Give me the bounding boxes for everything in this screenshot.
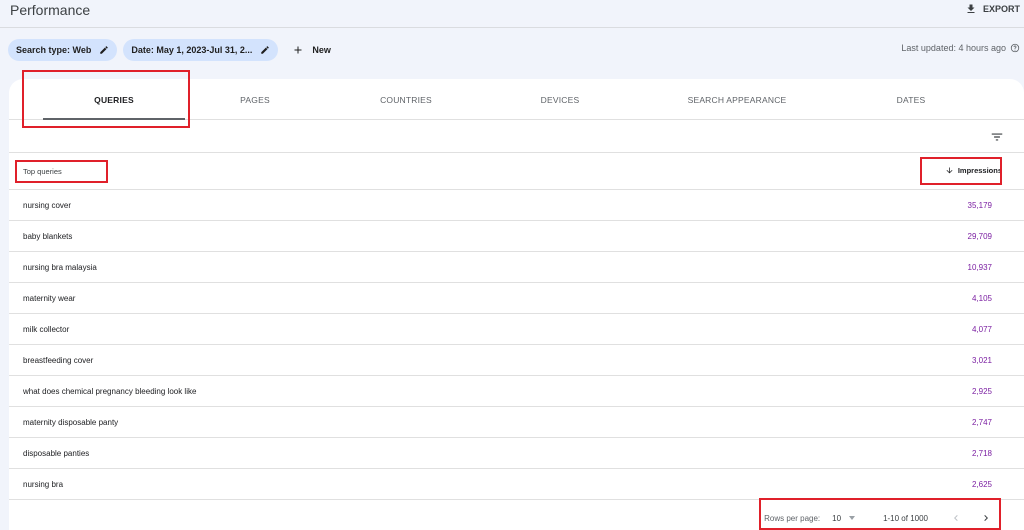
new-filter-button[interactable]: New bbox=[292, 44, 331, 56]
plus-icon bbox=[294, 46, 302, 54]
search-type-chip[interactable]: Search type: Web bbox=[8, 39, 118, 61]
rows-per-page-label: Rows per page: bbox=[764, 513, 821, 523]
tab-search-appearance[interactable]: SEARCH APPEARANCE bbox=[662, 79, 812, 120]
query-text: nursing cover bbox=[23, 201, 72, 210]
page-range: 1-10 of 1000 bbox=[883, 513, 928, 523]
arrow-down-icon bbox=[946, 167, 953, 174]
table-row[interactable]: disposable panties 2,718 bbox=[9, 438, 1024, 469]
table-row[interactable]: nursing bra 2,625 bbox=[9, 469, 1024, 500]
search-type-label: Search type: Web bbox=[16, 45, 92, 55]
page-title: Performance bbox=[10, 2, 91, 18]
table-row[interactable]: maternity wear 4,105 bbox=[9, 283, 1024, 314]
tab-queries[interactable]: QUERIES bbox=[39, 79, 189, 120]
report-card: QUERIES PAGES COUNTRIES DEVICES SEARCH A… bbox=[9, 79, 1024, 530]
table-row[interactable]: baby blankets 29,709 bbox=[9, 221, 1024, 252]
date-chip[interactable]: Date: May 1, 2023-Jul 31, 2... bbox=[123, 39, 279, 61]
date-label: Date: May 1, 2023-Jul 31, 2... bbox=[131, 45, 253, 55]
impressions-value: 4,077 bbox=[971, 325, 992, 334]
impressions-value: 3,021 bbox=[971, 356, 992, 365]
export-label: EXPORT bbox=[982, 4, 1020, 14]
last-updated: Last updated: 4 hours ago bbox=[901, 43, 1020, 53]
tab-dates[interactable]: DATES bbox=[836, 79, 986, 120]
query-text: baby blankets bbox=[23, 232, 73, 241]
help-icon[interactable] bbox=[1010, 43, 1020, 53]
impressions-value: 2,718 bbox=[971, 449, 992, 458]
tab-countries[interactable]: COUNTRIES bbox=[331, 79, 481, 120]
impressions-header-label: Impressions bbox=[957, 166, 1002, 175]
impressions-value: 29,709 bbox=[967, 232, 992, 241]
table-row[interactable]: what does chemical pregnancy bleeding lo… bbox=[9, 376, 1024, 407]
impressions-value: 2,925 bbox=[971, 387, 992, 396]
pagination: Rows per page: 10 1-10 of 1000 bbox=[764, 509, 992, 527]
chevron-right-icon[interactable] bbox=[980, 512, 992, 524]
tab-pages[interactable]: PAGES bbox=[180, 79, 330, 120]
new-filter-label: New bbox=[312, 45, 331, 55]
table-header: Top queries Impressions bbox=[9, 153, 1024, 190]
rows-per-page-value: 10 bbox=[832, 513, 842, 523]
impressions-value: 4,105 bbox=[971, 294, 992, 303]
query-text: nursing bra bbox=[23, 480, 64, 489]
query-text: nursing bra malaysia bbox=[23, 263, 97, 272]
export-button[interactable]: EXPORT bbox=[965, 1, 1020, 17]
query-text: disposable panties bbox=[23, 449, 90, 458]
table-filter-row bbox=[9, 120, 1024, 153]
table-row[interactable]: maternity disposable panty 2,747 bbox=[9, 407, 1024, 438]
impressions-value: 10,937 bbox=[967, 263, 992, 272]
top-queries-header[interactable]: Top queries bbox=[23, 167, 62, 176]
impressions-value: 2,747 bbox=[971, 418, 992, 427]
query-rows: nursing cover 35,179 baby blankets 29,709 … bbox=[9, 190, 1024, 500]
query-text: maternity disposable panty bbox=[23, 418, 119, 427]
impressions-header[interactable]: Impressions bbox=[945, 166, 1002, 175]
pencil-icon bbox=[261, 46, 270, 54]
filter-icon[interactable] bbox=[990, 130, 1004, 144]
table-row[interactable]: milk collector 4,077 bbox=[9, 314, 1024, 345]
rows-per-page-select[interactable]: 10 bbox=[832, 513, 856, 523]
pencil-icon bbox=[100, 46, 109, 54]
table-row[interactable]: nursing bra malaysia 10,937 bbox=[9, 252, 1024, 283]
chevron-left-icon[interactable] bbox=[950, 512, 962, 524]
impressions-value: 2,625 bbox=[971, 480, 992, 489]
filter-chips: Search type: Web Date: May 1, 2023-Jul 3… bbox=[8, 39, 331, 61]
tab-devices[interactable]: DEVICES bbox=[485, 79, 635, 120]
table-row[interactable]: nursing cover 35,179 bbox=[9, 190, 1024, 221]
query-text: milk collector bbox=[23, 325, 70, 334]
query-text: maternity wear bbox=[23, 294, 76, 303]
last-updated-text: Last updated: 4 hours ago bbox=[901, 43, 1006, 53]
top-bar: Performance EXPORT bbox=[0, 0, 1024, 28]
impressions-value: 35,179 bbox=[967, 201, 992, 210]
query-text: breastfeeding cover bbox=[23, 356, 94, 365]
tab-bar: QUERIES PAGES COUNTRIES DEVICES SEARCH A… bbox=[9, 79, 1024, 120]
caret-down-icon bbox=[849, 516, 856, 520]
download-icon bbox=[967, 4, 975, 13]
query-text: what does chemical pregnancy bleeding lo… bbox=[23, 387, 197, 396]
table-row[interactable]: breastfeeding cover 3,021 bbox=[9, 345, 1024, 376]
